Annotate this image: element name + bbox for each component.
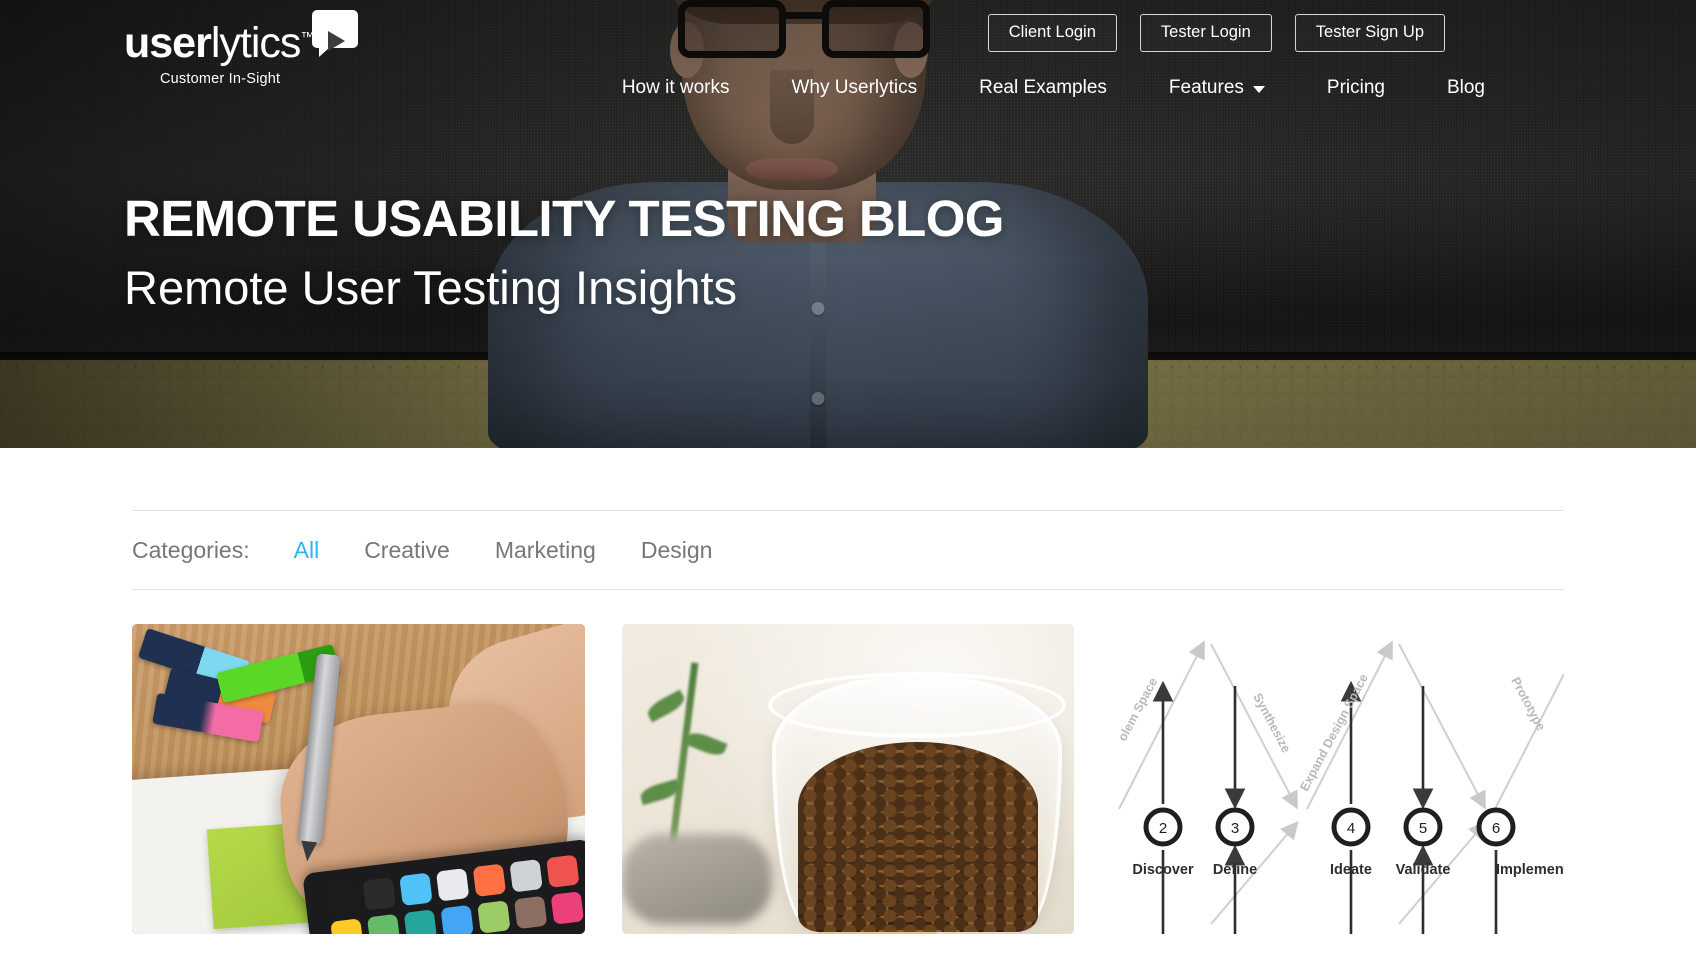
step-number-3: 3 bbox=[1231, 820, 1239, 837]
app-icon bbox=[398, 872, 433, 907]
step-label-4: Ideate bbox=[1330, 862, 1372, 878]
nav-item-why-userlytics[interactable]: Why Userlytics bbox=[761, 76, 949, 101]
page-content: Categories: All Creative Marketing Desig… bbox=[0, 510, 1696, 934]
blog-card-2[interactable] bbox=[621, 624, 1075, 934]
nav-label: Features bbox=[1168, 77, 1244, 98]
design-thinking-diagram: olem Space Synthesize Expand Design Spac… bbox=[1116, 640, 1565, 934]
category-filter-design[interactable]: Design bbox=[641, 537, 713, 564]
diagram-step-4: 4 Ideate bbox=[1330, 807, 1372, 878]
nav-item-blog[interactable]: Blog bbox=[1416, 76, 1516, 101]
step-number-5: 5 bbox=[1419, 820, 1427, 837]
app-icon bbox=[440, 904, 474, 934]
arc-label-3: Prototype bbox=[1509, 675, 1549, 733]
arc-label-1: Synthesize bbox=[1251, 691, 1294, 755]
coffee-beans bbox=[797, 742, 1038, 932]
app-icon bbox=[403, 909, 437, 934]
step-label-2: Discover bbox=[1133, 862, 1195, 878]
nav-label: Blog bbox=[1446, 77, 1485, 98]
category-filter-marketing[interactable]: Marketing bbox=[495, 537, 596, 564]
logo-word-bold: user bbox=[124, 19, 212, 67]
blurred-object bbox=[621, 834, 772, 924]
page-title: REMOTE USABILITY TESTING BLOG bbox=[124, 190, 1004, 247]
nav-label: How it works bbox=[621, 77, 730, 98]
hero-text-block: REMOTE USABILITY TESTING BLOG Remote Use… bbox=[124, 190, 1004, 315]
nav-item-pricing[interactable]: Pricing bbox=[1296, 76, 1416, 101]
step-number-2: 2 bbox=[1159, 820, 1167, 837]
app-icon bbox=[329, 918, 364, 934]
step-label-3: Define bbox=[1213, 862, 1257, 878]
app-icon bbox=[513, 895, 548, 930]
page-subtitle: Remote User Testing Insights bbox=[124, 261, 738, 315]
site-logo[interactable]: userlytics™ Customer In-Sight bbox=[124, 10, 364, 104]
nav-label: Real Examples bbox=[979, 77, 1107, 98]
logo-tagline: Customer In-Sight bbox=[160, 71, 281, 87]
app-icon bbox=[550, 891, 584, 925]
main-navigation: How it works Why Userlytics Real Example… bbox=[591, 76, 1696, 101]
arc-label-2: Expand Design Space bbox=[1298, 671, 1372, 793]
divider-bottom bbox=[132, 589, 1564, 590]
logo-word-light: lytics bbox=[210, 19, 302, 67]
step-number-4: 4 bbox=[1347, 820, 1355, 837]
blog-card-3[interactable]: olem Space Synthesize Expand Design Spac… bbox=[1111, 624, 1565, 934]
nav-item-features[interactable]: Features bbox=[1138, 76, 1296, 101]
category-filter-bar: Categories: All Creative Marketing Desig… bbox=[132, 511, 1564, 589]
categories-label: Categories: bbox=[132, 536, 250, 563]
blog-card-grid: olem Space Synthesize Expand Design Spac… bbox=[132, 624, 1565, 934]
app-icon bbox=[325, 881, 359, 916]
nav-label: Why Userlytics bbox=[791, 77, 918, 98]
hero-banner: userlytics™ Customer In-Sight Client Log… bbox=[0, 0, 1696, 448]
site-header: userlytics™ Customer In-Sight Client Log… bbox=[0, 0, 1696, 125]
app-icon bbox=[366, 913, 401, 934]
glass-rim bbox=[767, 672, 1066, 738]
tester-login-button[interactable]: Tester Login bbox=[1139, 14, 1272, 52]
app-icon bbox=[545, 854, 580, 888]
diagram-step-3: 3 Define bbox=[1213, 807, 1258, 878]
auth-buttons: Client Login Tester Login Tester Sign Up bbox=[987, 14, 1696, 52]
nav-item-real-examples[interactable]: Real Examples bbox=[948, 76, 1138, 101]
app-icon bbox=[435, 868, 470, 902]
diagram-step-6: 6 Implement bbox=[1476, 807, 1564, 878]
category-filter-all[interactable]: All bbox=[294, 537, 320, 564]
tester-signup-button[interactable]: Tester Sign Up bbox=[1294, 14, 1445, 52]
app-icon bbox=[472, 863, 506, 897]
diagram-step-5: 5 Validate bbox=[1396, 807, 1451, 878]
client-login-button[interactable]: Client Login bbox=[987, 14, 1117, 52]
diagram-step-2: 2 Discover bbox=[1133, 807, 1195, 878]
app-icon bbox=[509, 859, 543, 893]
step-label-6: Implement bbox=[1496, 862, 1564, 878]
step-label-5: Validate bbox=[1396, 862, 1451, 878]
nav-item-how-it-works[interactable]: How it works bbox=[591, 76, 761, 101]
step-number-6: 6 bbox=[1492, 820, 1500, 837]
play-icon bbox=[328, 31, 345, 51]
phone-app-icons bbox=[325, 854, 584, 934]
app-icon bbox=[476, 900, 511, 934]
app-icon bbox=[362, 877, 396, 911]
arc-label-0: olem Space bbox=[1116, 675, 1161, 743]
blog-card-1[interactable] bbox=[132, 624, 585, 934]
nav-label: Pricing bbox=[1326, 77, 1385, 98]
category-filter-creative[interactable]: Creative bbox=[364, 537, 450, 564]
chevron-down-icon bbox=[1252, 86, 1265, 94]
